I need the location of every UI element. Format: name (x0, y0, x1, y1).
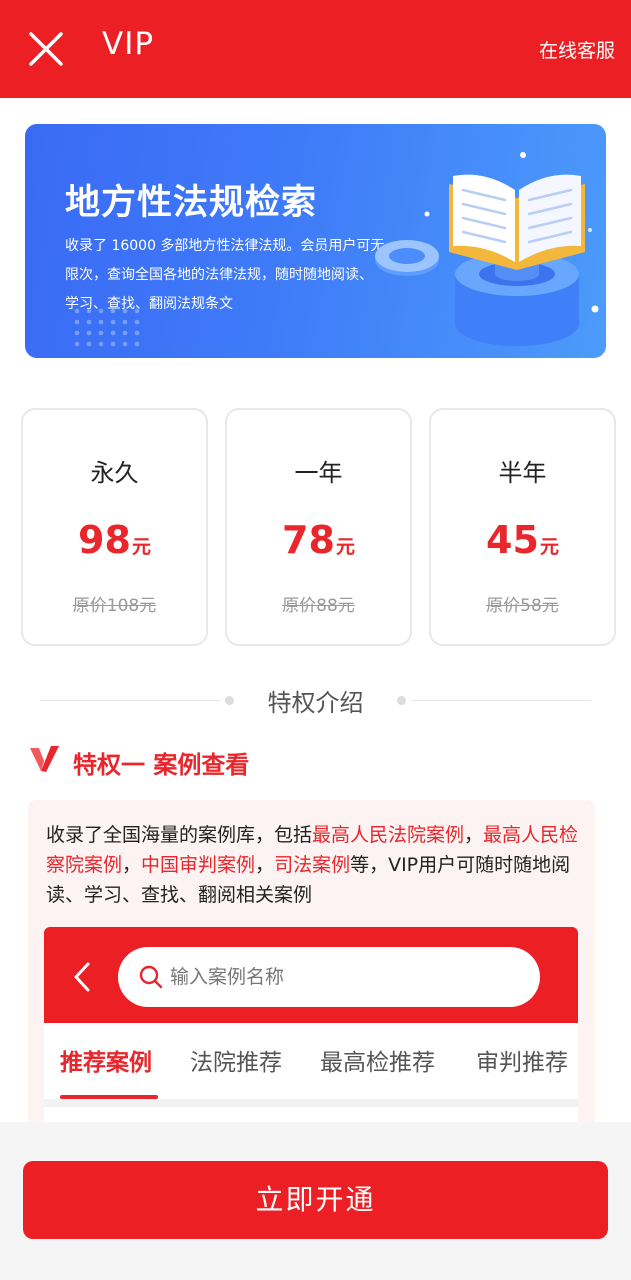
privilege-description: 收录了全国海量的案例库，包括最高人民法院案例，最高人民检察院案例，中国审判案例，… (46, 820, 581, 910)
plan-card-one-year[interactable]: 一年 78元 原价88元 (225, 408, 412, 646)
tab-recommended-cases[interactable]: 推荐案例 (60, 1043, 152, 1077)
search-bar[interactable] (118, 947, 540, 1007)
close-icon[interactable] (26, 29, 66, 69)
back-chevron-icon[interactable] (70, 961, 94, 993)
check-v-icon (30, 746, 59, 772)
desc-highlight: 司法案例 (274, 854, 351, 876)
vip-page: VIP 在线客服 地方性法规检索 收录了 16000 多部地方性法律法规。会员用… (0, 0, 631, 1280)
tab-procuratorate-recommend[interactable]: 最高检推荐 (320, 1043, 435, 1077)
plan-price-value: 45 (486, 518, 539, 562)
page-title: VIP (102, 26, 155, 62)
plan-original-price: 原价58元 (486, 596, 559, 616)
case-app-preview: 推荐案例 法院推荐 最高检推荐 审判推荐 (44, 927, 578, 1137)
preview-header (44, 927, 578, 1023)
banner-description: 收录了 16000 多部地方性法律法规。会员用户可无限次，查询全国各地的法律法规… (65, 238, 385, 312)
divider-dot-right (397, 696, 406, 705)
plan-name: 一年 (294, 459, 343, 487)
tab-court-recommend[interactable]: 法院推荐 (190, 1043, 282, 1077)
plan-price-value: 98 (78, 518, 131, 562)
book-icon (375, 152, 599, 346)
desc-text: ， (464, 824, 484, 846)
plan-card-half-year[interactable]: 半年 45元 原价58元 (429, 408, 616, 646)
online-service-link[interactable]: 在线客服 (539, 36, 615, 63)
desc-text: 收录了全国海量的案例库，包括 (46, 824, 313, 846)
search-icon (139, 965, 163, 989)
privilege-title: 特权一 案例查看 (73, 751, 250, 779)
divider-line-right (411, 700, 591, 701)
plan-original-price: 原价108元 (72, 596, 157, 616)
tab-trial-recommend[interactable]: 审判推荐 (476, 1043, 568, 1077)
plan-card-permanent[interactable]: 永久 98元 原价108元 (21, 408, 208, 646)
desc-text: ， (122, 854, 142, 876)
plan-price: 78元 (227, 518, 410, 562)
dots-pattern-icon (74, 308, 140, 347)
banner-title: 地方性法规检索 (65, 183, 318, 223)
search-input[interactable] (170, 957, 520, 997)
open-vip-button[interactable]: 立即开通 (23, 1161, 608, 1239)
preview-tabs: 推荐案例 法院推荐 最高检推荐 审判推荐 (44, 1023, 578, 1099)
preview-separator (44, 1099, 578, 1107)
desc-text: ， (255, 854, 275, 876)
desc-highlight: 最高人民法院案例 (312, 824, 465, 846)
plan-price: 45元 (431, 518, 614, 562)
plan-name: 半年 (498, 459, 547, 487)
header-bar: VIP 在线客服 (0, 0, 631, 98)
plan-name: 永久 (90, 459, 139, 487)
plan-original-price: 原价88元 (282, 596, 355, 616)
desc-highlight: 中国审判案例 (141, 854, 256, 876)
plan-price-value: 78 (282, 518, 335, 562)
feature-banner: 地方性法规检索 收录了 16000 多部地方性法律法规。会员用户可无限次，查询全… (25, 124, 606, 358)
plan-price-unit: 元 (131, 536, 151, 558)
plan-price-unit: 元 (335, 536, 355, 558)
plan-price: 98元 (23, 518, 206, 562)
plan-price-unit: 元 (539, 536, 559, 558)
